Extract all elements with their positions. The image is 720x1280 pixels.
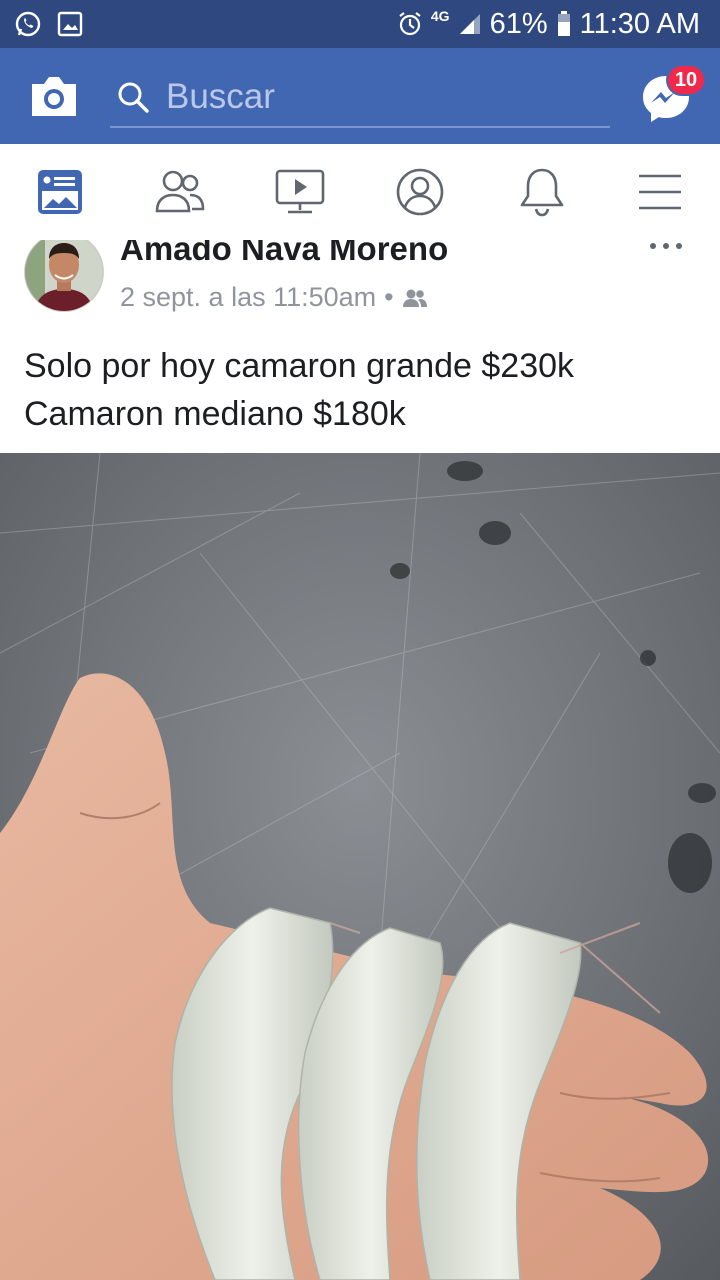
battery-percent: 61% [489, 7, 548, 40]
news-feed-icon [38, 170, 82, 214]
tab-profile[interactable] [390, 166, 450, 218]
status-bar: 4G 61% 11:30 AM [0, 0, 720, 48]
post-text: Solo por hoy camaron grande $230k Camaro… [24, 342, 704, 438]
post-meta: 2 sept. a las 11:50am • [120, 282, 428, 313]
gallery-icon [57, 11, 83, 37]
post-header: Amado Nava Moreno 2 sept. a las 11:50am … [0, 240, 720, 330]
messenger-badge: 10 [666, 64, 706, 96]
camera-button[interactable] [28, 72, 80, 120]
hamburger-menu-icon [639, 174, 681, 210]
post-photo[interactable] [0, 453, 720, 1280]
post-text-line: Solo por hoy camaron grande $230k [24, 347, 575, 385]
search-bar[interactable] [110, 68, 610, 128]
tab-menu[interactable] [630, 166, 690, 218]
alarm-icon [399, 12, 421, 36]
tab-friends[interactable] [150, 166, 210, 218]
signal-icon [459, 14, 480, 34]
battery-icon [557, 11, 570, 36]
watch-icon [275, 169, 325, 214]
post-timestamp[interactable]: 2 sept. a las 11:50am [120, 282, 376, 313]
whatsapp-icon [15, 11, 41, 37]
app-header: 10 [0, 48, 720, 144]
bell-icon [520, 168, 564, 217]
avatar[interactable] [24, 240, 104, 312]
profile-icon [396, 168, 444, 216]
meta-separator: • [384, 282, 394, 312]
clock: 11:30 AM [579, 7, 700, 40]
search-icon [118, 82, 149, 113]
tab-bar [0, 144, 720, 241]
friends-audience-icon [402, 289, 427, 307]
post-author[interactable]: Amado Nava Moreno [120, 240, 448, 268]
camera-icon [32, 77, 76, 116]
tab-notifications[interactable] [512, 166, 572, 218]
avatar-photo [25, 240, 103, 311]
more-options-icon[interactable] [648, 240, 684, 252]
network-type: 4G [430, 8, 450, 24]
tab-news-feed[interactable] [30, 166, 90, 218]
shrimp-photo [0, 453, 720, 1280]
tab-watch[interactable] [270, 166, 330, 218]
friends-icon [155, 170, 205, 213]
post-text-line: Camaron mediano $180k [24, 395, 406, 433]
search-input[interactable] [164, 72, 598, 122]
